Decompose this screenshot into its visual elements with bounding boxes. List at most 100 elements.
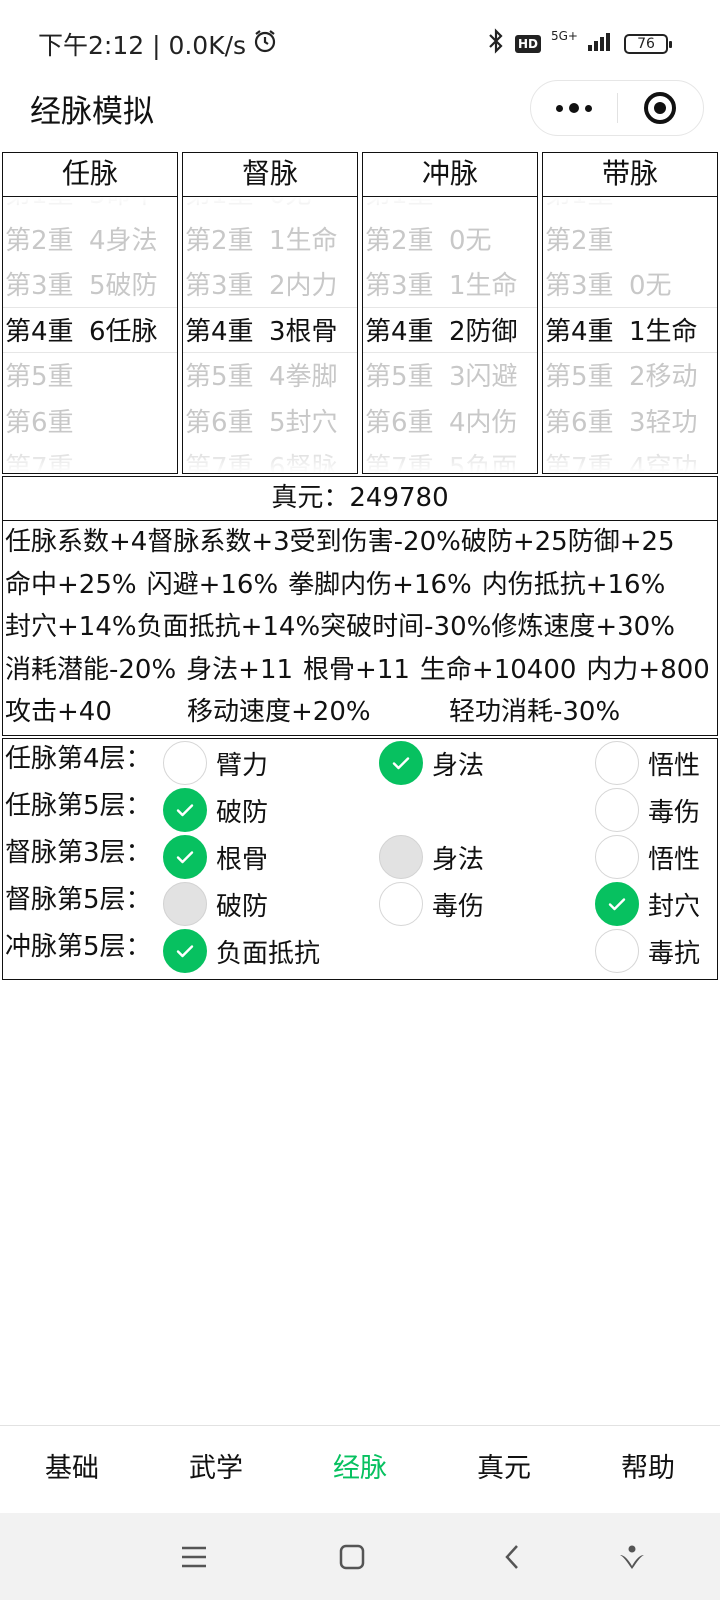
picker-option[interactable]: 第7重 5负面 — [363, 446, 537, 473]
picker-option[interactable]: 第1重0无 — [183, 197, 357, 219]
picker-option-value: 3闪避 — [449, 362, 518, 392]
picker-title: 督脉 — [183, 153, 357, 197]
option-choice[interactable]: 根骨 — [163, 835, 268, 879]
picker-option-value: 0无 — [449, 225, 492, 256]
picker-wheel[interactable]: 第1重0无第2重 1生命第3重 2内力第4重 3根骨第5重 4拳脚第6重 5封穴第7重 6督… — [183, 197, 357, 473]
back-icon[interactable] — [496, 1541, 528, 1573]
tab-basic[interactable]: 基础 — [0, 1426, 144, 1513]
picker-option[interactable]: 第3重 0无 — [543, 264, 717, 310]
picker-option[interactable]: 第6重 3轻功 — [543, 401, 717, 447]
radio-checked-icon[interactable] — [163, 929, 207, 973]
option-choice[interactable]: 悟性 — [595, 741, 700, 785]
menu-icon[interactable] — [178, 1541, 210, 1573]
picker-option-value: 1生命 — [269, 225, 338, 256]
picker-option-level: 第3重 — [185, 271, 254, 301]
option-row-label: 督脉第5层： — [5, 885, 152, 915]
meridian-pickers: 任脉 第1重3命中第2重4身法第3重5破防第4重6任脉第5重第6重第7重 督脉 … — [2, 152, 718, 474]
radio-checked-icon[interactable] — [163, 788, 207, 832]
picker-option[interactable]: 第3重 5破防 — [3, 264, 177, 310]
option-choice[interactable]: 身法 — [379, 741, 484, 785]
radio-checked-icon[interactable] — [379, 741, 423, 785]
radio-checked-icon[interactable] — [163, 835, 207, 879]
option-choice[interactable]: 毒抗 — [595, 929, 700, 973]
assistant-icon[interactable] — [616, 1541, 648, 1573]
tab-martial[interactable]: 武学 — [144, 1426, 288, 1513]
picker-option[interactable]: 第2重 1生命 — [183, 219, 357, 265]
radio-checked-icon[interactable] — [595, 882, 639, 926]
picker-option-value: 6督脉 — [269, 453, 338, 473]
picker-option[interactable]: 第5重 4拳脚 — [183, 355, 357, 401]
tab-zhenyuan[interactable]: 真元 — [432, 1426, 576, 1513]
stat-line: 消耗潜能-20% 身法+11 根骨+11 生命+10400 内力+800 — [3, 649, 717, 692]
picker-option[interactable]: 第5重 — [3, 355, 177, 401]
picker-option[interactable]: 第3重 2内力 — [183, 264, 357, 310]
picker-renmai[interactable]: 任脉 第1重3命中第2重 4身法第3重 5破防第4重 6任脉第5重第6重第7重 — [2, 152, 178, 474]
picker-option[interactable]: 第6重 — [3, 401, 177, 447]
picker-option[interactable]: 第7重 6督脉 — [183, 446, 357, 473]
close-miniapp-button[interactable] — [618, 81, 703, 135]
picker-option-level: 第2重 — [185, 225, 254, 256]
picker-option[interactable]: 第2重 — [543, 219, 717, 265]
stat-item: 身法+11 — [186, 654, 294, 685]
picker-option[interactable]: 第7重 — [3, 446, 177, 473]
picker-option[interactable]: 第5重 3闪避 — [363, 355, 537, 401]
picker-wheel[interactable]: 第1重3命中第2重 4身法第3重 5破防第4重 6任脉第5重第6重第7重 — [3, 197, 177, 473]
radio-icon[interactable] — [595, 741, 639, 785]
picker-option-value: 3根骨 — [269, 316, 338, 347]
picker-option[interactable]: 第1重 — [363, 197, 537, 219]
option-choice-label: 负面抵抗 — [216, 938, 321, 969]
picker-option[interactable]: 第3重 1生命 — [363, 264, 537, 310]
picker-option[interactable]: 第1重 — [543, 197, 717, 219]
option-row: 督脉第3层： 根骨 身法 悟性 — [3, 833, 717, 880]
option-choice[interactable]: 负面抵抗 — [163, 929, 320, 973]
picker-chongmai[interactable]: 冲脉 第1重第2重 0无第3重 1生命第4重 2防御第5重 3闪避第6重 4内伤第7重 5负… — [362, 152, 538, 474]
picker-option[interactable]: 第2重 4身法 — [3, 219, 177, 265]
radio-icon[interactable] — [595, 788, 639, 832]
stat-item: 受到伤害-20% — [289, 527, 461, 557]
picker-dumai[interactable]: 督脉 第1重0无第2重 1生命第3重 2内力第4重 3根骨第5重 4拳脚第6重 5封穴第7… — [182, 152, 358, 474]
option-row: 冲脉第5层： 负面抵抗 毒抗 — [3, 927, 717, 974]
picker-option-value: 4内伤 — [449, 407, 518, 438]
picker-option-value: 2移动 — [629, 362, 698, 392]
option-choice[interactable]: 毒伤 — [595, 788, 700, 832]
picker-option-level: 第3重 — [545, 271, 614, 301]
option-choice[interactable]: 悟性 — [595, 835, 700, 879]
tab-meridian[interactable]: 经脉 — [288, 1426, 432, 1513]
option-choice-label: 封穴 — [648, 891, 701, 922]
picker-option[interactable]: 第7重 4穿功 — [543, 446, 717, 473]
picker-option[interactable]: 第4重 1生命 — [543, 310, 717, 356]
option-choice[interactable]: 毒伤 — [379, 882, 484, 926]
radio-icon[interactable] — [163, 741, 207, 785]
radio-icon[interactable] — [379, 882, 423, 926]
picker-option[interactable]: 第4重 6任脉 — [3, 310, 177, 356]
check-icon — [176, 945, 194, 958]
picker-option[interactable]: 第4重 3根骨 — [183, 310, 357, 356]
battery-indicator: 76 — [624, 33, 672, 54]
option-row-label: 冲脉第5层： — [5, 932, 152, 962]
picker-daimai[interactable]: 带脉 第1重第2重第3重 0无第4重 1生命第5重 2移动第6重 3轻功第7重 4穿功 — [542, 152, 718, 474]
stat-item: 命中+25% — [5, 569, 137, 600]
radio-icon[interactable] — [595, 929, 639, 973]
picker-option[interactable]: 第2重 0无 — [363, 219, 537, 265]
status-time-speed: 下午2:12 | 0.0K/s — [38, 31, 247, 60]
more-button[interactable] — [531, 81, 617, 135]
picker-wheel[interactable]: 第1重第2重 0无第3重 1生命第4重 2防御第5重 3闪避第6重 4内伤第7重 5负面 — [363, 197, 537, 473]
option-choice[interactable]: 封穴 — [595, 882, 700, 926]
stat-item: 轻功消耗-30% — [449, 697, 621, 727]
picker-option[interactable]: 第6重 4内伤 — [363, 401, 537, 447]
tab-help[interactable]: 帮助 — [576, 1426, 720, 1513]
picker-option-level: 第6重 — [185, 407, 254, 438]
picker-option-level: 第1重 — [5, 197, 89, 219]
picker-wheel[interactable]: 第1重第2重第3重 0无第4重 1生命第5重 2移动第6重 3轻功第7重 4穿功 — [543, 197, 717, 473]
radio-icon[interactable] — [595, 835, 639, 879]
option-choice[interactable]: 破防 — [163, 788, 268, 832]
picker-option[interactable]: 第4重 2防御 — [363, 310, 537, 356]
home-icon[interactable] — [336, 1541, 368, 1573]
picker-option[interactable]: 第6重 5封穴 — [183, 401, 357, 447]
picker-option[interactable]: 第5重 2移动 — [543, 355, 717, 401]
picker-option[interactable]: 第1重3命中 — [3, 197, 177, 219]
picker-option-level: 第7重 — [365, 453, 434, 473]
stat-line: 任脉系数+4督脉系数+3受到伤害-20%破防+25防御+25 — [3, 521, 717, 564]
check-icon — [392, 757, 410, 770]
option-choice[interactable]: 臂力 — [163, 741, 268, 785]
